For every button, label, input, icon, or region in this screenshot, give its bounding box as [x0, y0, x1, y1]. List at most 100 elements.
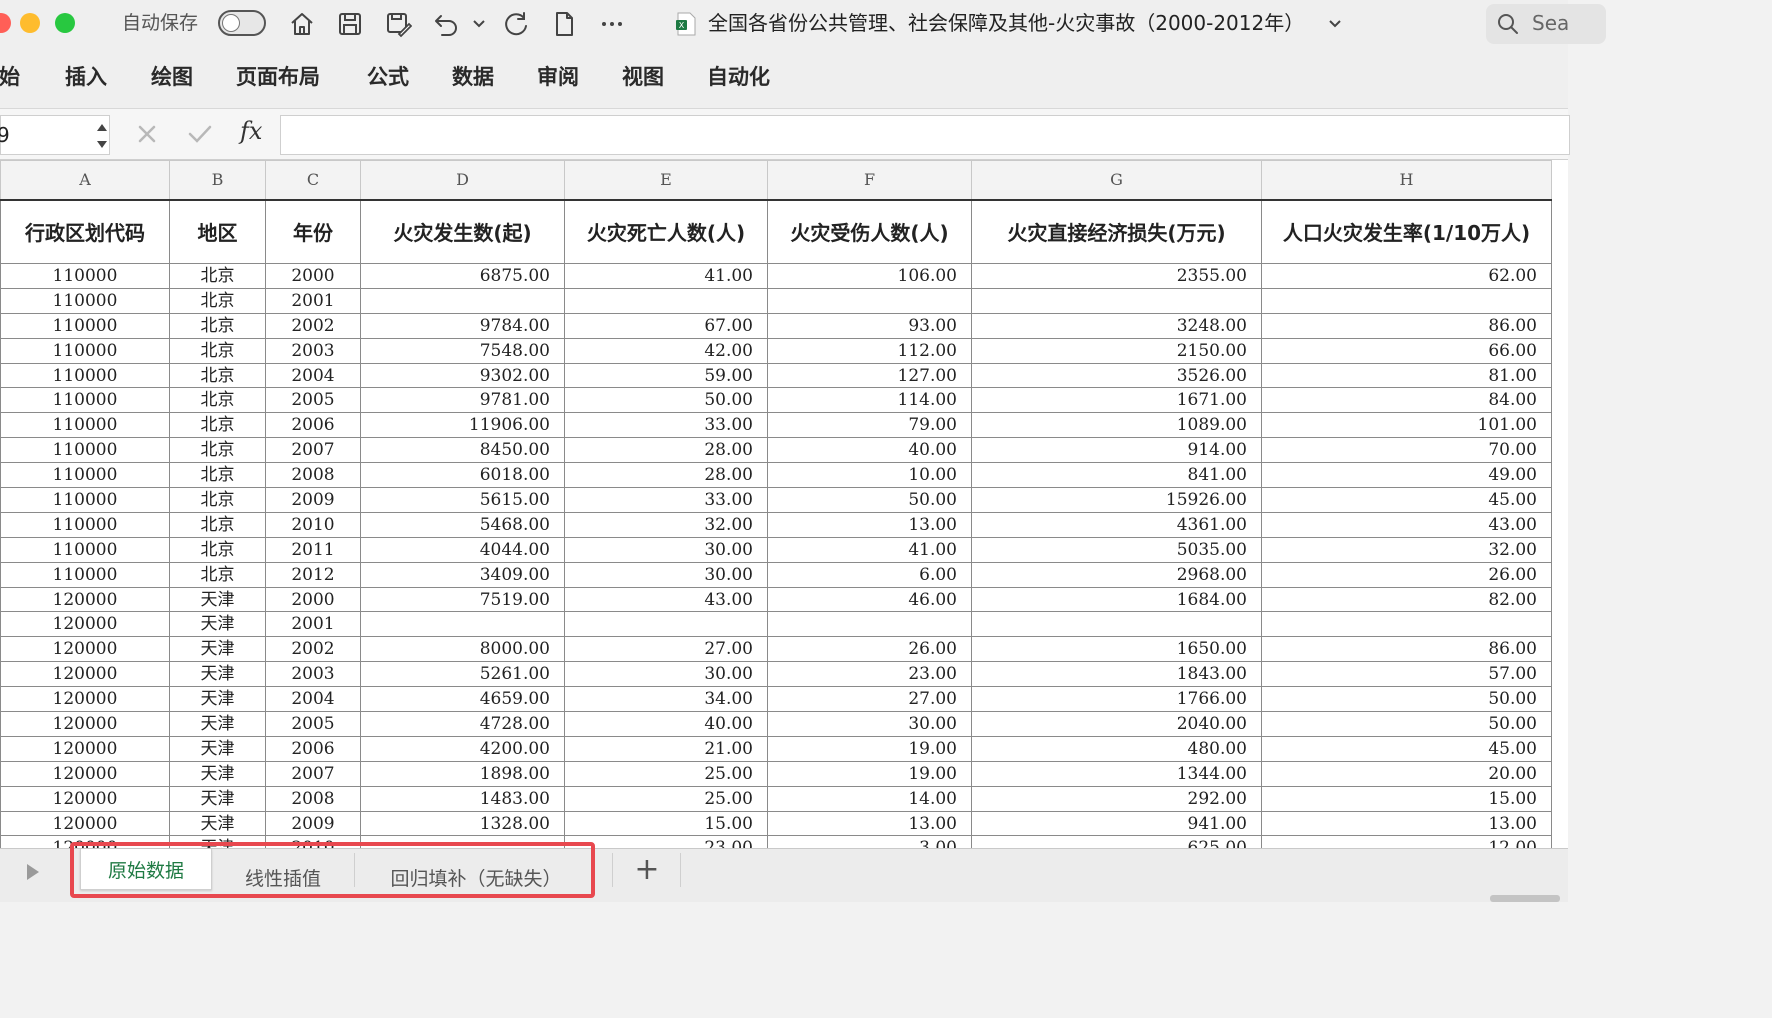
cell-rate[interactable]: 43.00 — [1261, 511, 1552, 538]
cancel-icon[interactable] — [134, 121, 160, 151]
cell-loss[interactable]: 1089.00 — [971, 412, 1262, 439]
cell-code[interactable]: 120000 — [0, 636, 170, 663]
cell-injuries[interactable] — [767, 287, 972, 314]
cell-rate[interactable]: 20.00 — [1261, 760, 1552, 787]
cell-rate[interactable]: 32.00 — [1261, 536, 1552, 563]
cell-fire-count[interactable]: 6018.00 — [360, 462, 565, 489]
cell-region[interactable]: 天津 — [169, 760, 266, 787]
cell-region[interactable]: 北京 — [169, 511, 266, 538]
cell-code[interactable]: 110000 — [0, 412, 170, 439]
cell-deaths[interactable]: 59.00 — [564, 362, 768, 389]
tab-regression-fill[interactable]: 回归填补（无缺失） — [356, 857, 596, 897]
cell-rate[interactable]: 49.00 — [1261, 462, 1552, 489]
cell-injuries[interactable]: 6.00 — [767, 561, 972, 588]
cell-fire-count[interactable] — [360, 835, 565, 848]
cell-year[interactable]: 2000 — [265, 586, 361, 613]
menu-home[interactable]: 开始 — [0, 63, 20, 91]
cell-year[interactable]: 2011 — [265, 536, 361, 563]
cell-deaths[interactable]: 40.00 — [564, 711, 768, 737]
cell-fire-count[interactable]: 9784.00 — [360, 312, 565, 339]
cell-code[interactable]: 120000 — [0, 711, 170, 737]
cell-injuries[interactable]: 23.00 — [767, 661, 972, 688]
cell-deaths[interactable]: 42.00 — [564, 337, 768, 364]
cell-rate[interactable]: 84.00 — [1261, 387, 1552, 414]
cell-deaths[interactable] — [564, 287, 768, 314]
cell-year[interactable]: 2010 — [265, 511, 361, 538]
cell-rate[interactable]: 50.00 — [1261, 686, 1552, 713]
cell-year[interactable]: 2009 — [265, 810, 361, 837]
chevron-down-icon[interactable] — [466, 8, 492, 40]
cell-loss[interactable]: 5035.00 — [971, 536, 1262, 563]
cell-fire-count[interactable] — [360, 611, 565, 638]
cell-loss[interactable]: 1671.00 — [971, 387, 1262, 414]
cell-year[interactable]: 2008 — [265, 462, 361, 489]
menu-draw[interactable]: 绘图 — [151, 63, 193, 91]
cell-injuries[interactable]: 79.00 — [767, 412, 972, 439]
cell-year[interactable]: 2007 — [265, 760, 361, 787]
header-cell-code[interactable]: 行政区划代码 — [0, 198, 170, 264]
cell-deaths[interactable]: 30.00 — [564, 661, 768, 688]
cell-loss[interactable]: 2968.00 — [971, 561, 1262, 588]
cell-code[interactable]: 110000 — [0, 511, 170, 538]
cell-loss[interactable]: 625.00 — [971, 835, 1262, 848]
cell-injuries[interactable]: 13.00 — [767, 511, 972, 538]
cell-loss[interactable]: 1766.00 — [971, 686, 1262, 713]
add-sheet-button[interactable]: + — [614, 849, 680, 889]
column-letter-e[interactable]: E — [564, 160, 768, 200]
redo-icon[interactable] — [500, 8, 532, 40]
cell-deaths[interactable]: 28.00 — [564, 437, 768, 464]
menu-page-layout[interactable]: 页面布局 — [236, 63, 320, 91]
menu-view[interactable]: 视图 — [622, 63, 664, 91]
header-cell-region[interactable]: 地区 — [169, 198, 266, 264]
stepper-icon[interactable] — [96, 121, 108, 155]
cell-region[interactable]: 北京 — [169, 536, 266, 563]
cell-injuries[interactable]: 27.00 — [767, 686, 972, 713]
cell-region[interactable]: 天津 — [169, 636, 266, 663]
cell-year[interactable]: 2012 — [265, 561, 361, 588]
cell-code[interactable]: 110000 — [0, 337, 170, 364]
cell-rate[interactable]: 45.00 — [1261, 487, 1552, 513]
save-as-icon[interactable] — [382, 8, 414, 40]
header-cell-year[interactable]: 年份 — [265, 198, 361, 264]
cell-injuries[interactable]: 50.00 — [767, 487, 972, 513]
cell-year[interactable]: 2009 — [265, 487, 361, 513]
cell-injuries[interactable]: 106.00 — [767, 263, 972, 289]
column-letter-d[interactable]: D — [360, 160, 565, 200]
undo-icon[interactable] — [430, 8, 462, 40]
cell-deaths[interactable]: 67.00 — [564, 312, 768, 339]
cell-rate[interactable] — [1261, 611, 1552, 638]
cell-region[interactable]: 天津 — [169, 835, 266, 848]
cell-year[interactable]: 2000 — [265, 263, 361, 289]
cell-deaths[interactable]: 34.00 — [564, 686, 768, 713]
cell-year[interactable]: 2003 — [265, 661, 361, 688]
cell-injuries[interactable]: 46.00 — [767, 586, 972, 613]
cell-rate[interactable]: 81.00 — [1261, 362, 1552, 389]
cell-fire-count[interactable]: 4659.00 — [360, 686, 565, 713]
cell-fire-count[interactable]: 1483.00 — [360, 785, 565, 812]
cell-region[interactable]: 天津 — [169, 661, 266, 688]
cell-rate[interactable]: 82.00 — [1261, 586, 1552, 613]
cell-loss[interactable]: 480.00 — [971, 735, 1262, 762]
cell-fire-count[interactable]: 8450.00 — [360, 437, 565, 464]
cell-code[interactable]: 110000 — [0, 561, 170, 588]
cell-rate[interactable]: 45.00 — [1261, 735, 1552, 762]
cell-year[interactable]: 2002 — [265, 312, 361, 339]
cell-loss[interactable] — [971, 611, 1262, 638]
cell-rate[interactable]: 101.00 — [1261, 412, 1552, 439]
cell-region[interactable]: 天津 — [169, 611, 266, 638]
cell-year[interactable]: 2007 — [265, 437, 361, 464]
cell-fire-count[interactable]: 5615.00 — [360, 487, 565, 513]
cell-code[interactable]: 110000 — [0, 312, 170, 339]
close-window-button[interactable] — [0, 13, 11, 33]
cell-region[interactable]: 北京 — [169, 437, 266, 464]
cell-fire-count[interactable]: 8000.00 — [360, 636, 565, 663]
cell-loss[interactable]: 1650.00 — [971, 636, 1262, 663]
menu-data[interactable]: 数据 — [452, 63, 494, 91]
cell-region[interactable]: 北京 — [169, 387, 266, 414]
search-box[interactable]: Sea — [1486, 4, 1606, 44]
function-icon[interactable]: fx — [240, 117, 262, 145]
cell-injuries[interactable]: 19.00 — [767, 760, 972, 787]
cell-fire-count[interactable] — [360, 287, 565, 314]
cell-fire-count[interactable]: 4200.00 — [360, 735, 565, 762]
cell-region[interactable]: 北京 — [169, 337, 266, 364]
